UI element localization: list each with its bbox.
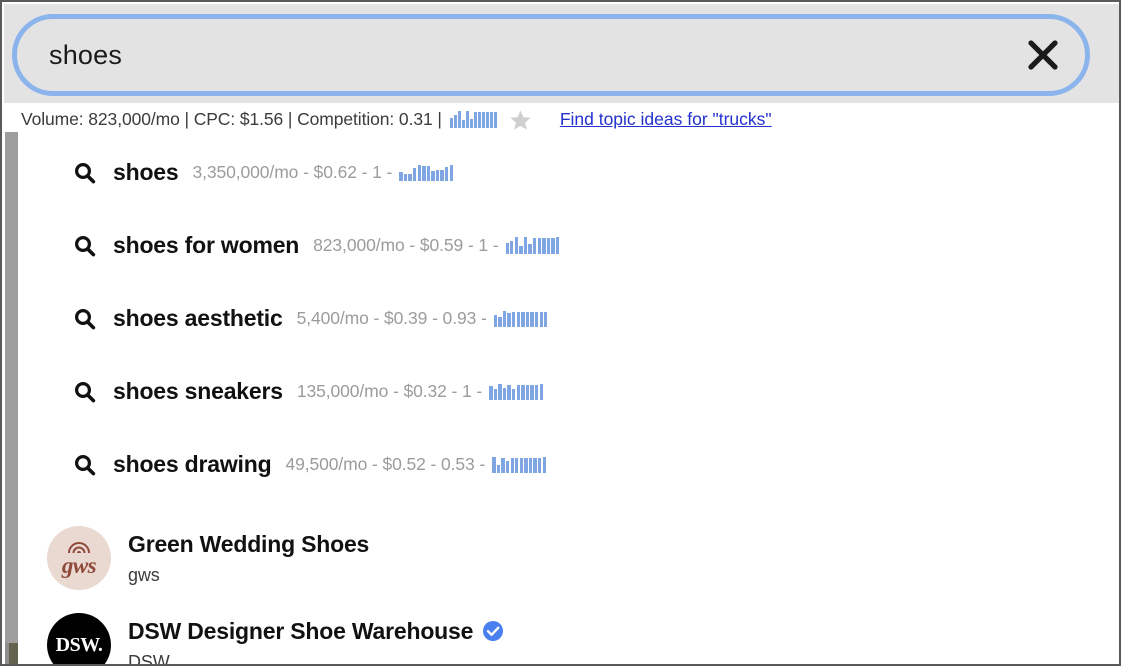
suggestion-term: shoes sneakers [113, 378, 283, 404]
suggestion-trend-barchart [489, 383, 543, 400]
search-input[interactable] [47, 34, 1013, 76]
suggestion-trend-barchart [505, 237, 560, 254]
suggestion-row[interactable]: shoes drawing 49,500/mo - $0.52 - 0.53 - [18, 428, 1119, 501]
entity-text-block: Green Wedding Shoes gws [128, 531, 369, 586]
suggestion-term: shoes [113, 159, 179, 185]
suggestion-row[interactable]: shoes 3,350,000/mo - $0.62 - 1 - [18, 136, 1119, 209]
suggestion-stats: 823,000/mo - $0.59 - 1 - [313, 235, 499, 255]
suggestion-stats: 135,000/mo - $0.32 - 1 - [296, 381, 483, 401]
suggestion-term: shoes for women [113, 232, 300, 258]
suggestion-stats: 3,350,000/mo - $0.62 - 1 - [192, 162, 393, 182]
autocomplete-dropdown: shoes 3,350,000/mo - $0.62 - 1 - shoes for… [18, 136, 1119, 666]
verified-check-icon [482, 620, 504, 642]
suggestion-stats: 49,500/mo - $0.52 - 0.53 - [285, 454, 486, 474]
entity-row[interactable]: gws Green Wedding Shoes gws [18, 521, 1119, 595]
left-rail-footer-strip [5, 643, 9, 664]
search-box[interactable] [12, 14, 1090, 96]
star-outline-icon[interactable] [509, 109, 532, 131]
search-bar-region [4, 4, 1119, 103]
suggestion-trend-barchart [493, 310, 548, 327]
gws-logo-text: gws [61, 553, 97, 578]
entity-title: Green Wedding Shoes [128, 531, 369, 558]
suggestion-row[interactable]: shoes for women 823,000/mo - $0.59 - 1 - [18, 209, 1119, 282]
suggestion-stats: 5,400/mo - $0.39 - 0.93 - [296, 308, 487, 328]
entity-title-text: DSW Designer Shoe Warehouse [128, 617, 474, 644]
entity-row[interactable]: DSW. DSW Designer Shoe Warehouse DSW [18, 608, 1119, 666]
left-scroll-rail[interactable] [5, 132, 18, 644]
entity-title-text: Green Wedding Shoes [128, 530, 370, 557]
metrics-text: Volume: 823,000/mo | CPC: $1.56 | Compet… [21, 109, 442, 129]
entity-subtitle: DSW [128, 651, 170, 666]
suggestion-row[interactable]: shoes aesthetic 5,400/mo - $0.39 - 0.93 - [18, 282, 1119, 355]
gws-brand-logo: gws [47, 526, 111, 590]
dsw-logo-text: DSW. [55, 633, 103, 656]
metrics-trend-barchart [449, 111, 497, 128]
search-magnifier-icon [68, 307, 102, 331]
suggestion-trend-barchart [492, 456, 546, 473]
entity-text-block: DSW Designer Shoe Warehouse DSW [128, 618, 504, 666]
find-topic-ideas-link[interactable]: Find topic ideas for "trucks" [560, 109, 772, 130]
suggestion-row[interactable]: shoes sneakers 135,000/mo - $0.32 - 1 - [18, 355, 1119, 428]
search-magnifier-icon [68, 161, 102, 185]
search-magnifier-icon [68, 380, 102, 404]
suggestion-trend-barchart [399, 164, 453, 181]
suggestion-term: shoes drawing [113, 451, 272, 477]
search-magnifier-icon [68, 453, 102, 477]
dsw-brand-logo: DSW. [47, 613, 111, 664]
search-magnifier-icon [68, 234, 102, 258]
entity-subtitle: gws [128, 564, 160, 585]
app-window: Volume: 823,000/mo | CPC: $1.56 | Compet… [0, 0, 1121, 666]
close-x-icon[interactable] [1013, 25, 1073, 85]
entity-title: DSW Designer Shoe Warehouse [128, 618, 504, 645]
suggestion-term: shoes aesthetic [113, 305, 283, 331]
keyword-metrics-row: Volume: 823,000/mo | CPC: $1.56 | Compet… [4, 103, 1119, 136]
